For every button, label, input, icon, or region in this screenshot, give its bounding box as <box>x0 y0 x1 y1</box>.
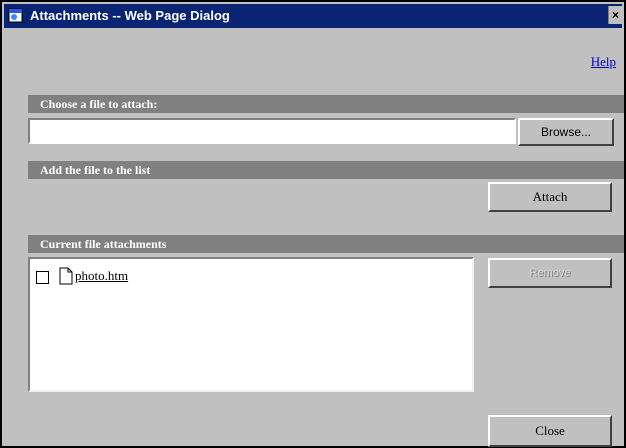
help-link[interactable]: Help <box>591 54 616 70</box>
section-choose-file: Choose a file to attach: <box>28 95 624 113</box>
section-add-file: Add the file to the list <box>28 161 624 179</box>
close-window-icon[interactable]: × <box>608 6 622 24</box>
close-button[interactable]: Close <box>488 415 612 447</box>
ie-page-icon <box>8 8 24 23</box>
browse-button[interactable]: Browse... <box>518 118 614 146</box>
attachment-list: photo.htm <box>28 257 474 392</box>
section-current-attachments: Current file attachments <box>28 235 624 253</box>
document-icon <box>59 267 73 285</box>
title-bar[interactable]: Attachments -- Web Page Dialog × <box>4 4 622 28</box>
attachment-checkbox[interactable] <box>36 270 49 284</box>
file-path-input[interactable] <box>28 118 516 144</box>
attachment-link[interactable]: photo.htm <box>75 268 128 284</box>
list-item: photo.htm <box>36 265 128 287</box>
dialog-window: Attachments -- Web Page Dialog × Help Ch… <box>0 0 626 448</box>
remove-button[interactable]: Remove <box>488 258 612 288</box>
attach-button[interactable]: Attach <box>488 182 612 212</box>
window-title: Attachments -- Web Page Dialog <box>30 8 230 23</box>
remove-button-label: Remove <box>529 267 571 279</box>
